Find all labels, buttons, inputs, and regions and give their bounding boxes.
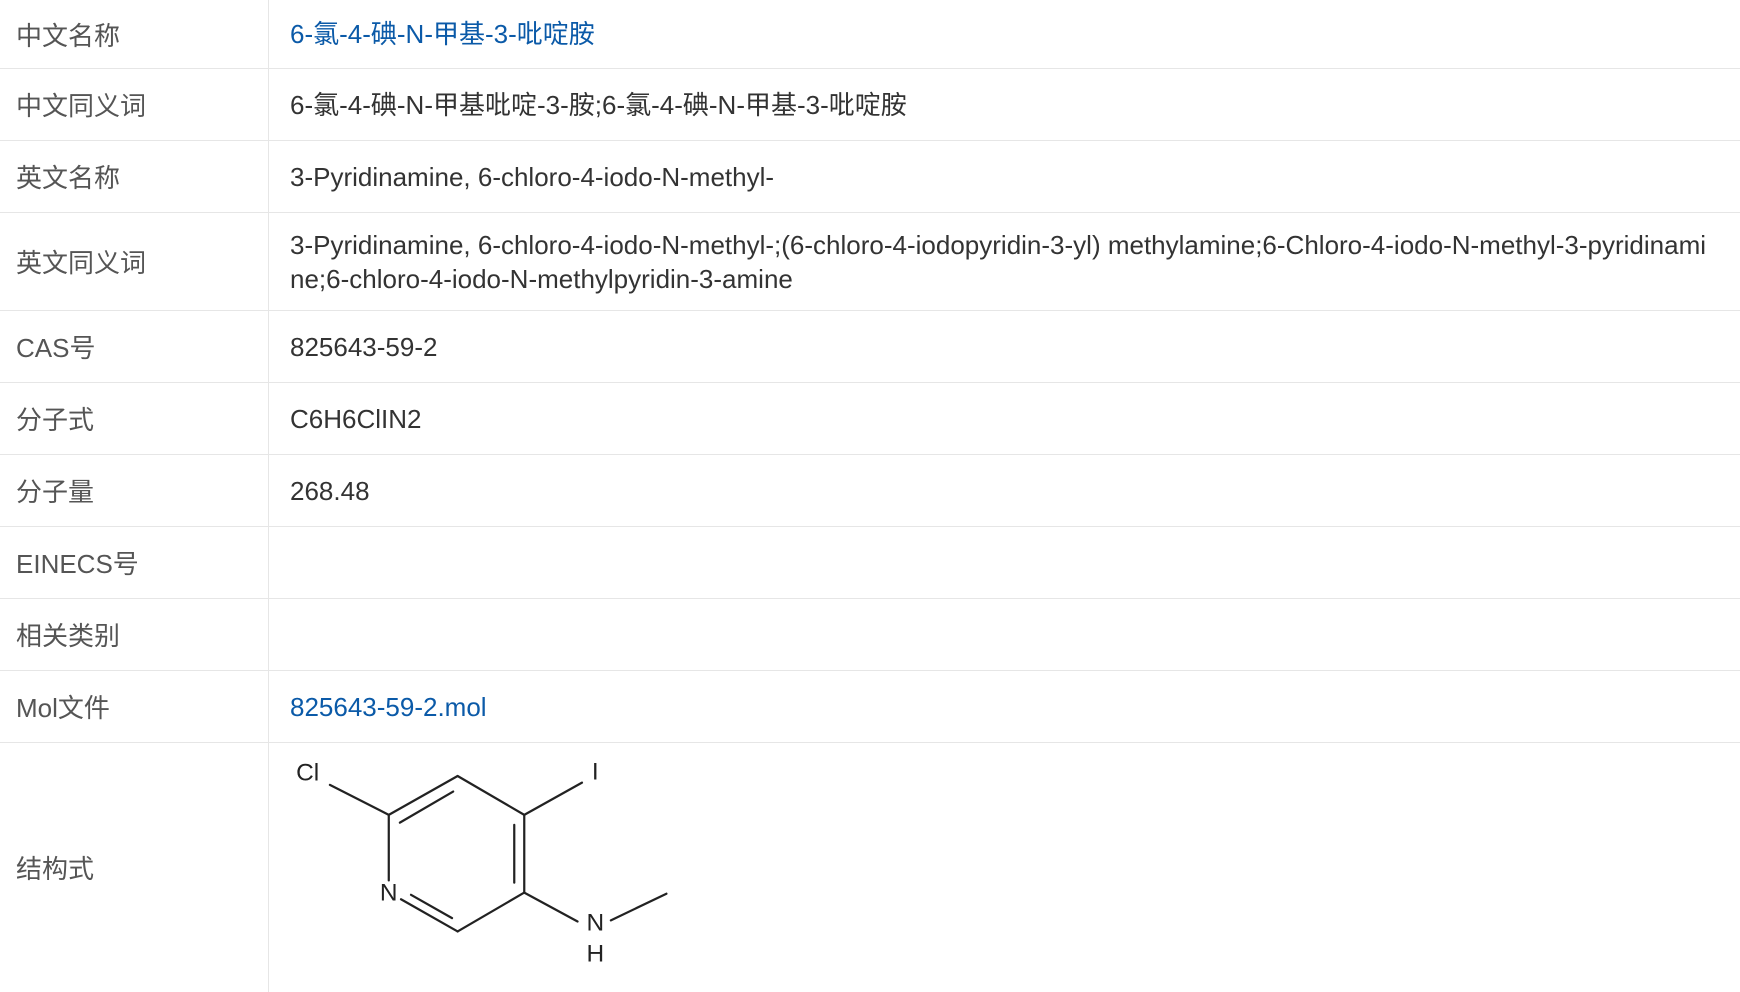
- bond-c-n: [523, 891, 579, 923]
- row-value: 268.48: [269, 455, 1740, 526]
- english-synonyms-text: 3-Pyridinamine, 6-chloro-4-iodo-N-methyl…: [290, 229, 1707, 294]
- row-value: 825643-59-2.mol: [269, 671, 1740, 742]
- compound-info-table: 中文名称 6-氯-4-碘-N-甲基-3-吡啶胺 中文同义词 6-氯-4-碘-N-…: [0, 0, 1740, 992]
- bond-n-methyl: [609, 892, 668, 922]
- row-label: 中文名称: [0, 0, 269, 68]
- atom-iodine: I: [592, 758, 599, 785]
- row-value: 3-Pyridinamine, 6-chloro-4-iodo-N-methyl…: [269, 141, 1740, 212]
- row-molecular-formula: 分子式 C6H6ClIN2: [0, 383, 1740, 455]
- row-label: Mol文件: [0, 671, 269, 742]
- row-label: 分子式: [0, 383, 269, 454]
- row-label: 英文名称: [0, 141, 269, 212]
- row-value: Cl N I N H: [269, 743, 1740, 992]
- chinese-name-link[interactable]: 6-氯-4-碘-N-甲基-3-吡啶胺: [290, 17, 595, 51]
- atom-chlorine: Cl: [296, 759, 319, 786]
- bond-c-i: [523, 781, 584, 816]
- row-einecs: EINECS号: [0, 527, 1740, 599]
- row-value: 3-Pyridinamine, 6-chloro-4-iodo-N-methyl…: [269, 213, 1740, 310]
- atom-ring-nitrogen: N: [380, 879, 398, 906]
- chinese-synonyms-text: 6-氯-4-碘-N-甲基吡啶-3-胺;6-氯-4-碘-N-甲基-3-吡啶胺: [290, 89, 907, 120]
- bond-c3-c2: [456, 891, 526, 933]
- row-value: [269, 527, 1740, 598]
- row-structure: 结构式 Cl N I N H: [0, 743, 1740, 992]
- row-label: 结构式: [0, 743, 269, 992]
- row-chinese-synonyms: 中文同义词 6-氯-4-碘-N-甲基吡啶-3-胺;6-氯-4-碘-N-甲基-3-…: [0, 69, 1740, 141]
- row-related-categories: 相关类别: [0, 599, 1740, 671]
- row-value: [269, 599, 1740, 670]
- cas-number-text: 825643-59-2: [290, 331, 438, 362]
- bond-c-cl: [328, 783, 390, 816]
- row-label: 相关类别: [0, 599, 269, 670]
- row-english-name: 英文名称 3-Pyridinamine, 6-chloro-4-iodo-N-m…: [0, 141, 1740, 213]
- molecular-formula-text: C6H6ClIN2: [290, 403, 422, 434]
- bond-c5-c4: [456, 774, 526, 816]
- row-chinese-name: 中文名称 6-氯-4-碘-N-甲基-3-吡啶胺: [0, 0, 1740, 69]
- row-value: C6H6ClIN2: [269, 383, 1740, 454]
- english-name-text: 3-Pyridinamine, 6-chloro-4-iodo-N-methyl…: [290, 161, 775, 192]
- structure-diagram: Cl N I N H: [296, 758, 668, 967]
- row-value: 825643-59-2: [269, 311, 1740, 382]
- row-label: EINECS号: [0, 527, 269, 598]
- row-label: 中文同义词: [0, 69, 269, 140]
- bond-c2-n1-inner: [409, 893, 454, 920]
- row-molecular-weight: 分子量 268.48: [0, 455, 1740, 527]
- atom-amine-hydrogen: H: [587, 940, 605, 967]
- row-label: CAS号: [0, 311, 269, 382]
- row-mol-file: Mol文件 825643-59-2.mol: [0, 671, 1740, 743]
- row-value: 6-氯-4-碘-N-甲基吡啶-3-胺;6-氯-4-碘-N-甲基-3-吡啶胺: [269, 69, 1740, 140]
- row-label: 英文同义词: [0, 213, 269, 310]
- molecular-weight-text: 268.48: [290, 475, 370, 506]
- row-label: 分子量: [0, 455, 269, 526]
- row-value: 6-氯-4-碘-N-甲基-3-吡啶胺: [269, 0, 1740, 68]
- atom-amine-nitrogen: N: [587, 909, 605, 936]
- row-english-synonyms: 英文同义词 3-Pyridinamine, 6-chloro-4-iodo-N-…: [0, 213, 1740, 311]
- mol-file-link[interactable]: 825643-59-2.mol: [290, 690, 487, 724]
- bond-c6-c5-inner: [398, 790, 455, 824]
- row-cas-number: CAS号 825643-59-2: [0, 311, 1740, 383]
